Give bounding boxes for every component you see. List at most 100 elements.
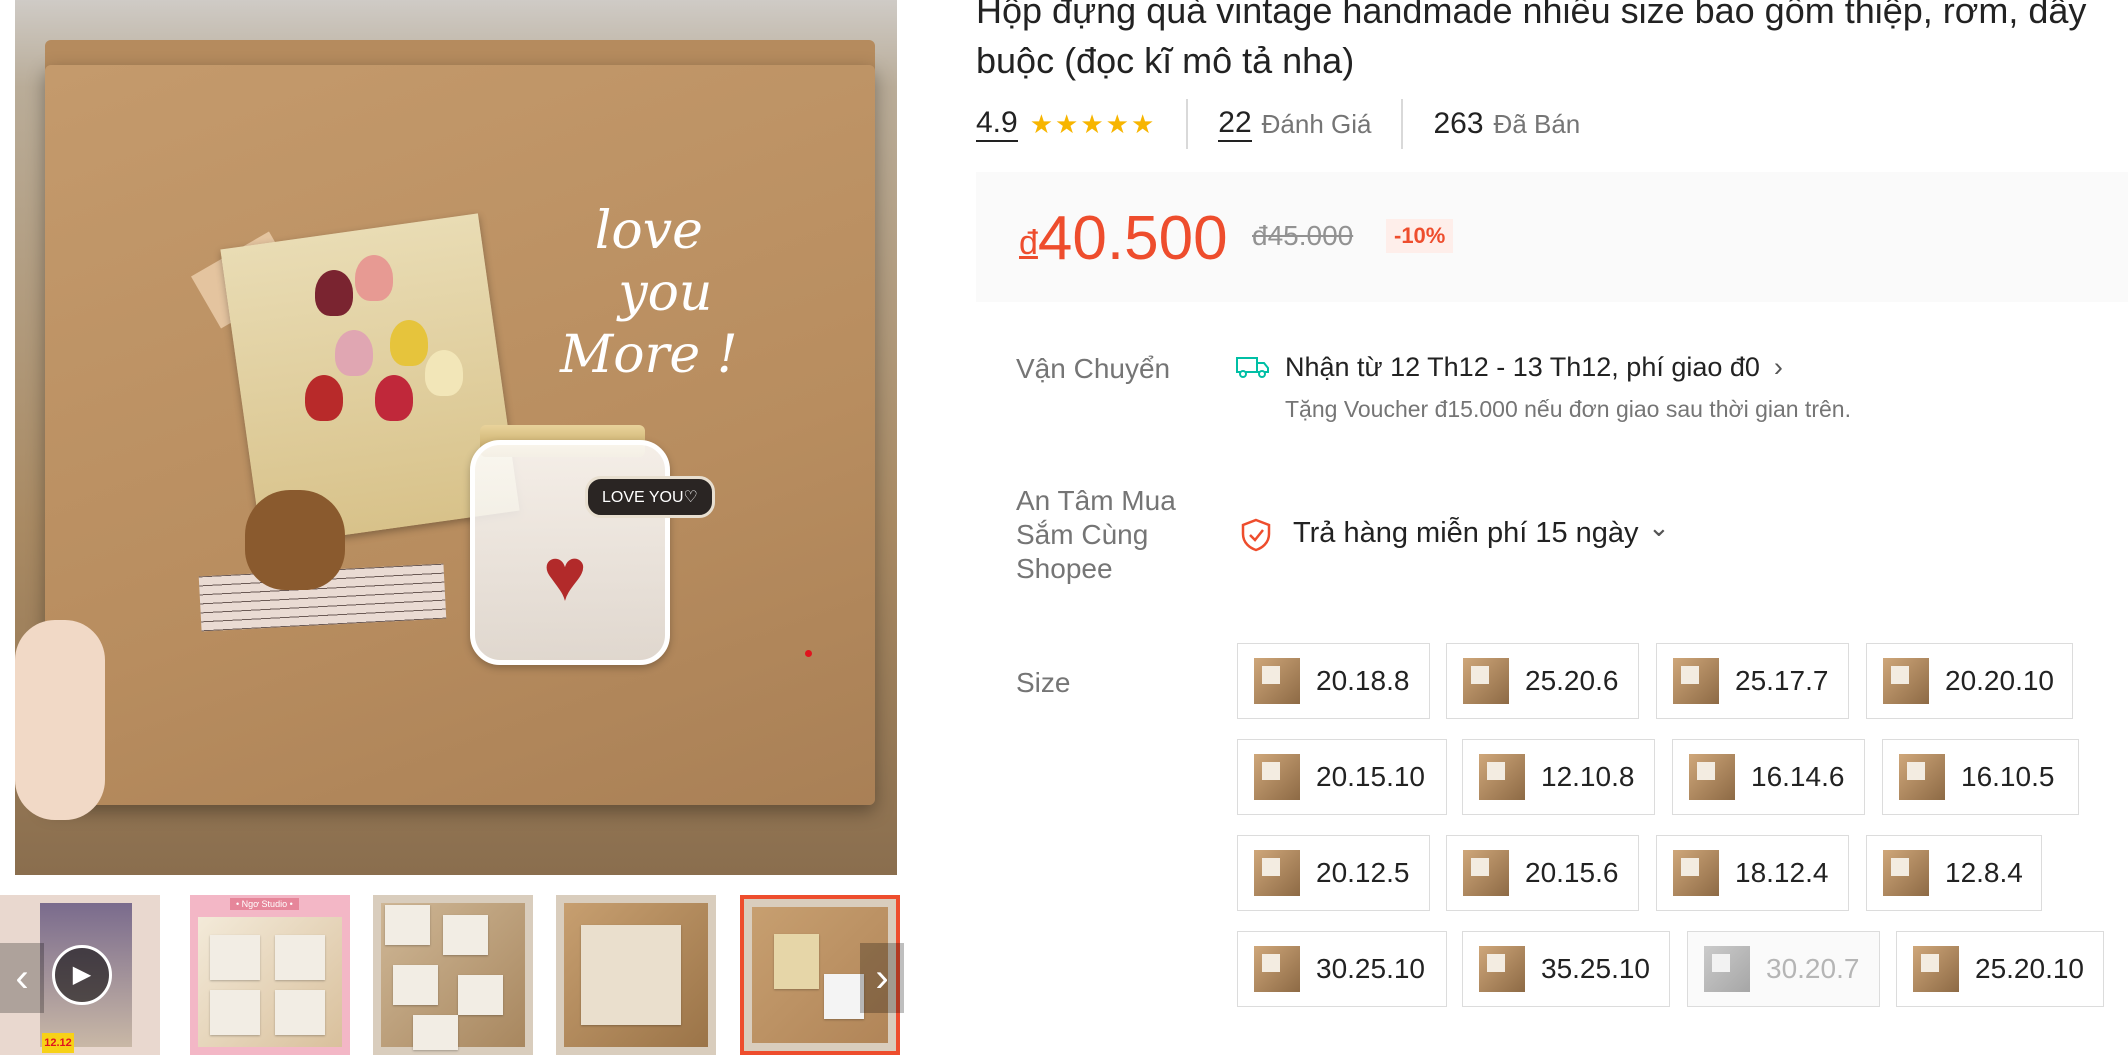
size-option-thumbnail xyxy=(1913,946,1959,992)
original-price: đ45.000 xyxy=(1252,220,1354,251)
thumb-card xyxy=(443,915,488,955)
size-option-thumbnail xyxy=(1899,754,1945,800)
love-you-tag: LOVE YOU♡ xyxy=(585,476,715,518)
size-option[interactable]: 20.15.6 xyxy=(1446,835,1639,911)
thumb-card xyxy=(413,1015,458,1050)
tulip-flower xyxy=(375,375,413,421)
sale-badge-1212: 12.12 xyxy=(42,1033,74,1053)
tulip-flower xyxy=(425,350,463,396)
size-option-label: 16.10.5 xyxy=(1961,761,2055,792)
truck-icon xyxy=(1236,357,1269,378)
size-option-label: 20.20.10 xyxy=(1945,665,2054,696)
size-option-thumbnail xyxy=(1704,946,1750,992)
size-option-thumbnail xyxy=(1883,850,1929,896)
thumbnail-strip: ▶ 12.12 ‹ • Ngơ Studio • › xyxy=(0,893,905,1060)
heart-icon: ♥ xyxy=(543,533,587,616)
size-option[interactable]: 12.10.8 xyxy=(1462,739,1655,815)
shipping-info[interactable]: Nhận từ 12 Th12 - 13 Th12, phí giao đ0 › xyxy=(1285,352,1783,383)
thumbnail-2[interactable]: • Ngơ Studio • xyxy=(190,895,350,1055)
chevron-down-icon[interactable]: ⌄ xyxy=(1648,512,1670,543)
size-option-thumbnail xyxy=(1479,946,1525,992)
tulip-flower xyxy=(315,270,353,316)
thumbnail-4[interactable] xyxy=(556,895,716,1055)
reviews-label: Đánh Giá xyxy=(1261,108,1372,139)
size-option-label: 20.15.6 xyxy=(1525,857,1619,888)
thumb-card xyxy=(458,975,503,1015)
thumb-card xyxy=(824,974,864,1019)
size-option[interactable]: 25.20.6 xyxy=(1446,643,1639,719)
thumb-card xyxy=(581,925,681,1025)
size-option[interactable]: 25.17.7 xyxy=(1656,643,1849,719)
product-main-image[interactable]: love you More ! ♥ LOVE YOU♡ xyxy=(15,0,897,875)
discount-badge: -10% xyxy=(1386,219,1454,253)
size-option-thumbnail xyxy=(1673,658,1719,704)
studio-label: • Ngơ Studio • xyxy=(230,898,299,910)
size-option[interactable]: 20.18.8 xyxy=(1237,643,1430,719)
currency-symbol: đ xyxy=(1019,224,1038,262)
size-option-thumbnail xyxy=(1254,754,1300,800)
rating-row: 4.9 ★★★★★ 22 Đánh Giá 263 Đã Bán xyxy=(976,99,1581,149)
size-option[interactable]: 18.12.4 xyxy=(1656,835,1849,911)
size-option[interactable]: 16.14.6 xyxy=(1672,739,1865,815)
size-option-thumbnail xyxy=(1673,850,1719,896)
current-price-value: 40.500 xyxy=(1037,204,1228,273)
rating-stars-icon: ★★★★★ xyxy=(1029,108,1157,139)
size-option-thumbnail xyxy=(1463,850,1509,896)
prev-arrow-icon[interactable]: ‹ xyxy=(0,943,44,1013)
tulip-flower xyxy=(335,330,373,376)
size-option[interactable]: 35.25.10 xyxy=(1462,931,1670,1007)
thumbnail-3[interactable] xyxy=(373,895,533,1055)
next-arrow-icon[interactable]: › xyxy=(860,943,904,1013)
thumb-card xyxy=(275,990,325,1035)
size-option[interactable]: 20.15.10 xyxy=(1237,739,1447,815)
guarantee-label: An Tâm Mua Sắm Cùng Shopee xyxy=(1016,485,1176,584)
sold-label: Đã Bán xyxy=(1493,108,1581,139)
size-option[interactable]: 20.20.10 xyxy=(1866,643,2073,719)
size-option-thumbnail xyxy=(1689,754,1735,800)
size-option[interactable]: 12.8.4 xyxy=(1866,835,2042,911)
size-option-label: 25.17.7 xyxy=(1735,665,1829,696)
size-option-label: 30.25.10 xyxy=(1316,953,1425,984)
chevron-right-icon[interactable]: › xyxy=(1774,352,1783,382)
rating-value[interactable]: 4.9 xyxy=(976,106,1018,142)
size-option-label: 20.15.10 xyxy=(1316,761,1425,792)
size-option[interactable]: 25.20.10 xyxy=(1896,931,2104,1007)
size-option[interactable]: 20.12.5 xyxy=(1237,835,1430,911)
thumb-card xyxy=(275,935,325,980)
size-option-thumbnail xyxy=(1463,658,1509,704)
red-dot xyxy=(805,650,812,657)
size-option-label: 30.20.7 xyxy=(1766,953,1860,984)
size-option-label: 20.18.8 xyxy=(1316,665,1410,696)
size-option-label: 16.14.6 xyxy=(1751,761,1845,792)
tulip-flower xyxy=(355,255,393,301)
current-price: đ40.500 xyxy=(1019,204,1228,274)
tulip-flower xyxy=(390,320,428,366)
free-return-text[interactable]: Trả hàng miễn phí 15 ngày xyxy=(1293,517,1639,550)
play-icon[interactable]: ▶ xyxy=(52,945,112,1005)
size-option-thumbnail xyxy=(1479,754,1525,800)
divider xyxy=(1186,99,1189,149)
price-box: đ40.500 đ45.000 -10% xyxy=(976,172,2128,302)
size-option: 30.20.7 xyxy=(1687,931,1880,1007)
size-option-label: 12.10.8 xyxy=(1541,761,1635,792)
thumb-card xyxy=(210,935,260,980)
love-you-more-script: love you More ! xyxy=(560,201,738,385)
reviews-count[interactable]: 22 xyxy=(1218,106,1252,142)
thumb-card xyxy=(393,965,438,1005)
teddy-bear-sticker xyxy=(245,490,345,590)
size-option-label: 18.12.4 xyxy=(1735,857,1829,888)
size-option-label: 25.20.10 xyxy=(1975,953,2084,984)
size-option[interactable]: 30.25.10 xyxy=(1237,931,1447,1007)
size-option-thumbnail xyxy=(1883,658,1929,704)
product-title: Hộp đựng quà vintage handmade nhiều size… xyxy=(976,0,2087,81)
size-option[interactable]: 16.10.5 xyxy=(1882,739,2079,815)
size-option-thumbnail xyxy=(1254,946,1300,992)
hand xyxy=(15,620,105,820)
tulip-flower xyxy=(305,375,343,421)
thumb-card xyxy=(774,934,819,989)
size-option-label: 25.20.6 xyxy=(1525,665,1619,696)
shield-check-icon xyxy=(1241,518,1271,552)
shipping-main-text: Nhận từ 12 Th12 - 13 Th12, phí giao đ0 xyxy=(1285,352,1760,382)
sold-count: 263 xyxy=(1433,107,1484,140)
size-option-label: 20.12.5 xyxy=(1316,857,1410,888)
